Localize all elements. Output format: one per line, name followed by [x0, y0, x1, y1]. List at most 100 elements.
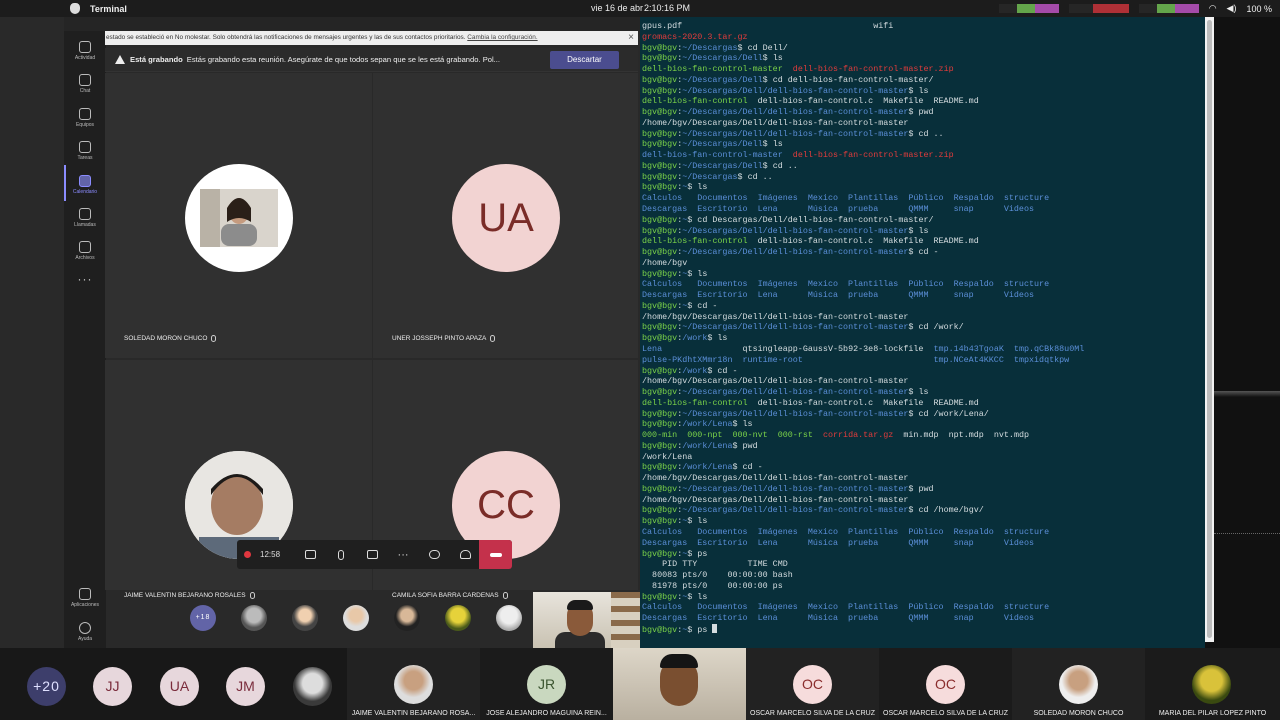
participant-cell[interactable]: JR JOSE ALEJANDRO MAGUIÑA REIN...: [480, 648, 613, 720]
active-speaker-video[interactable]: [613, 648, 746, 720]
close-icon[interactable]: ×: [628, 31, 634, 45]
terminal-text: ~/Descargas/Dell/dell-bios-fan-control-m…: [682, 107, 909, 118]
participant-name-text: SOLEDAD MORON CHUCO: [124, 335, 208, 343]
terminal-text: bgv@bgv: [642, 53, 678, 64]
participant-tile[interactable]: SOLEDAD MORON CHUCO: [105, 73, 372, 358]
rail-calendar[interactable]: Calendario: [64, 175, 106, 195]
terminal-text: ~/Descargas/Dell/dell-bios-fan-control-m…: [682, 225, 909, 236]
menubar-clock[interactable]: 2:10:16 PM: [644, 3, 690, 13]
recording-text: Estás grabando esta reunión. Asegúrate d…: [186, 55, 501, 64]
participant-name: OSCAR MARCELO SILVA DE LA CRUZ: [750, 710, 875, 717]
participant-avatar[interactable]: JM: [226, 667, 265, 706]
apple-icon[interactable]: [70, 3, 80, 14]
terminal-text: gpus.pdf wifi: [642, 21, 894, 31]
participant-cell[interactable]: MARIA DEL PILAR LOPEZ PINTO: [1145, 648, 1280, 720]
terminal-text: /work/Lena: [682, 419, 733, 430]
terminal-output[interactable]: gpus.pdf wifi gromacs-2020.3.tar.gz bgv@bg…: [640, 17, 1205, 648]
participant-avatar[interactable]: [343, 605, 369, 631]
rail-files-label: Archivos: [75, 255, 95, 261]
more-icon: ···: [397, 548, 409, 561]
participant-name: JAIME VALENTIN BEJARANO ROSALES: [124, 592, 255, 599]
terminal-line: Descargas Escritorio Lena Música prueba …: [642, 538, 1205, 549]
terminal-text: $ ls: [707, 333, 728, 344]
rail-files[interactable]: Archivos: [64, 241, 106, 261]
rail-help[interactable]: Ayuda: [64, 622, 106, 642]
terminal-text: dell-bios-fan-control: [642, 236, 748, 247]
terminal-text: ~/Descargas/Dell/dell-bios-fan-control-m…: [682, 247, 909, 258]
share-button[interactable]: [359, 542, 385, 568]
participant-photo: [200, 189, 278, 247]
participant-cell[interactable]: SOLEDAD MORON CHUCO: [1012, 648, 1145, 720]
terminal-text: ~/Descargas/Dell: [682, 74, 763, 85]
participant-avatar[interactable]: [292, 605, 318, 631]
participant-avatar[interactable]: [496, 605, 522, 631]
speaker-hair: [660, 654, 698, 668]
camera-icon: [304, 550, 316, 559]
mic-off-icon: [211, 335, 217, 342]
terminal-line: bgv@bgv:~/Descargas/Dell/dell-bios-fan-c…: [642, 387, 1205, 398]
mic-button[interactable]: [328, 542, 354, 568]
terminal-text: bgv@bgv: [642, 440, 678, 451]
rail-activity[interactable]: Actividad: [64, 41, 106, 61]
warning-icon: [115, 55, 125, 64]
participant-avatar[interactable]: JJ: [93, 667, 132, 706]
terminal-text: dell-bios-fan-control.c Makefile README.…: [747, 236, 979, 247]
terminal-text: $ ps: [687, 624, 713, 635]
terminal-text: $ cd -: [732, 462, 763, 473]
terminal-line: bgv@bgv:~$ ls: [642, 592, 1205, 603]
terminal-scrollbar[interactable]: [1205, 17, 1214, 642]
participant-avatar[interactable]: [293, 667, 332, 706]
participant-name-text: UNER JOSSEPH PINTO APAZA: [392, 335, 487, 343]
camera-button[interactable]: [297, 542, 323, 568]
hang-up-button[interactable]: [479, 540, 512, 569]
terminal-line: bgv@bgv:~/Descargas/Dell/dell-bios-fan-c…: [642, 322, 1205, 333]
scrollbar-thumb[interactable]: [1207, 20, 1212, 638]
apps-icon: [79, 588, 91, 600]
participant-cell[interactable]: OC OSCAR MARCELO SILVA DE LA CRUZ: [879, 648, 1012, 720]
more-participants-badge[interactable]: +20: [27, 667, 66, 706]
more-actions-button[interactable]: ···: [390, 542, 416, 568]
chat-button[interactable]: [421, 542, 447, 568]
self-view-video[interactable]: [533, 592, 640, 648]
terminal-text: bgv@bgv: [642, 42, 678, 53]
terminal-text: /work/Lena: [682, 462, 733, 473]
menubar-date[interactable]: vie 16 de abr: [591, 3, 643, 13]
terminal-text: PID TTY TIME CMD: [642, 559, 788, 570]
terminal-text: /home/bgv/Descargas/Dell/dell-bios-fan-c…: [642, 473, 909, 484]
participant-cell[interactable]: OC OSCAR MARCELO SILVA DE LA CRUZ: [746, 648, 879, 720]
battery-status[interactable]: 100 %: [1246, 4, 1272, 14]
rail-teams-label: Equipos: [75, 122, 95, 128]
terminal-text: 80083 pts/0 00:00:00 bash: [642, 570, 793, 581]
terminal-line: Calculos Documentos Imágenes Mexico Plan…: [642, 527, 1205, 538]
terminal-text: ~/Descargas/Dell: [682, 53, 763, 64]
rail-more[interactable]: ···: [64, 272, 106, 286]
rail-calls[interactable]: Llamadas: [64, 208, 106, 228]
rail-teams[interactable]: Equipos: [64, 108, 106, 128]
participants-button[interactable]: [452, 542, 478, 568]
participant-avatar[interactable]: UA: [160, 667, 199, 706]
active-app-name[interactable]: Terminal: [90, 4, 127, 14]
participant-cell[interactable]: JAIME VALENTIN BEJARANO ROSA...: [347, 648, 480, 720]
participant-tile[interactable]: UA UNER JOSSEPH PINTO APAZA: [373, 73, 638, 358]
terminal-line: dell-bios-fan-control-master dell-bios-f…: [642, 150, 1205, 161]
terminal-line: Descargas Escritorio Lena Música prueba …: [642, 204, 1205, 215]
volume-icon[interactable]: ◀): [1227, 3, 1237, 14]
avatar: [1192, 665, 1231, 704]
change-settings-link[interactable]: Cambia la configuración.: [467, 34, 537, 41]
rail-apps[interactable]: Aplicaciones: [64, 588, 106, 608]
rail-tasks[interactable]: Tareas: [64, 141, 106, 161]
discard-button[interactable]: Descartar: [550, 51, 619, 69]
rail-chat[interactable]: Chat: [64, 74, 106, 94]
more-participants-badge[interactable]: +18: [190, 605, 216, 631]
status-area: ◠ ◀) 100 %: [998, 3, 1272, 14]
participant-avatar[interactable]: [394, 605, 420, 631]
terminal-text: bgv@bgv: [642, 408, 678, 419]
wifi-icon[interactable]: ◠: [1209, 3, 1217, 14]
terminal-line: 80083 pts/0 00:00:00 bash: [642, 570, 1205, 581]
participant-avatar[interactable]: [241, 605, 267, 631]
terminal-line: dell-bios-fan-control dell-bios-fan-cont…: [642, 236, 1205, 247]
terminal-text: $ cd /work/: [908, 322, 964, 333]
participant-avatar[interactable]: [445, 605, 471, 631]
rail-chat-label: Chat: [79, 88, 91, 94]
